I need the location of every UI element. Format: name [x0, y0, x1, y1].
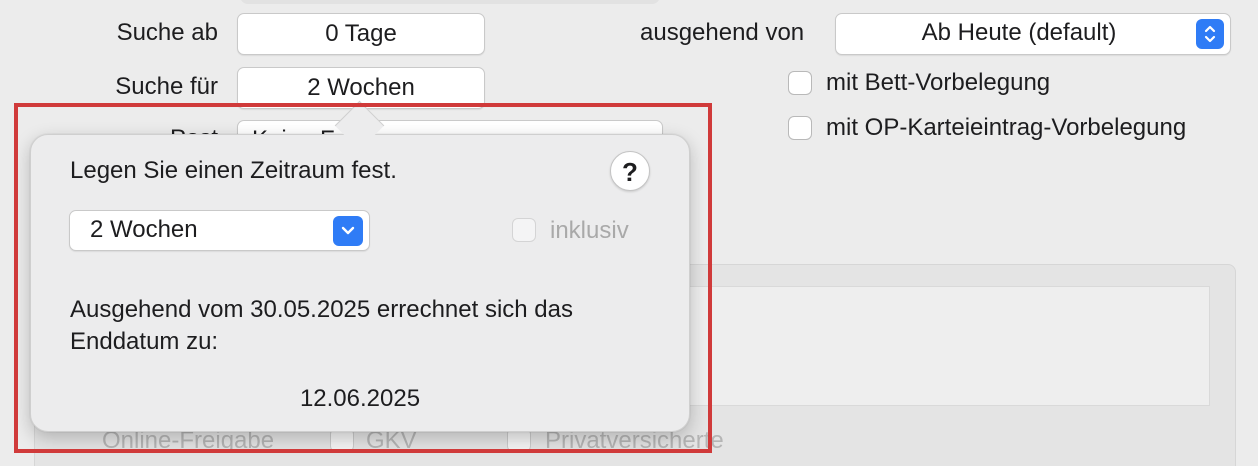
op-entry-checkbox[interactable]: [788, 116, 812, 140]
bed-reservation-label: mit Bett-Vorbelegung: [826, 69, 1051, 96]
search-from-label: Suche ab: [116, 19, 218, 46]
search-for-label: Suche für: [115, 73, 218, 100]
starting-from-stepper-icon[interactable]: [1196, 19, 1224, 49]
inner-list-box: [660, 286, 1210, 406]
starting-from-label: ausgehend von: [640, 19, 805, 46]
search-from-field[interactable]: 0 Tage: [237, 13, 485, 55]
top-field-edge: [240, 0, 660, 4]
starting-from-select[interactable]: Ab Heute (default): [835, 13, 1231, 55]
op-entry-label: mit OP-Karteieintrag-Vorbelegung: [826, 114, 1187, 141]
starting-from-value: Ab Heute (default): [921, 19, 1117, 46]
bed-reservation-checkbox[interactable]: [788, 71, 812, 95]
highlight-frame: [14, 103, 712, 453]
